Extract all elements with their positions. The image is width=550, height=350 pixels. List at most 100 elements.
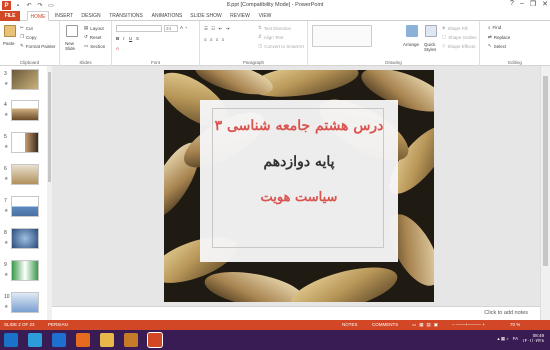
thumbnail-row[interactable]: 4 ★ [2, 100, 46, 126]
file-explorer-icon[interactable] [100, 333, 114, 347]
align-text-icon: ⇵ [258, 34, 262, 39]
help-button[interactable]: ? [510, 0, 514, 8]
underline-button[interactable]: U [129, 36, 132, 41]
tab-animations[interactable]: ANIMATIONS [149, 11, 185, 21]
slides-group: New Slide ▤ Layout ↺ Reset ▭ Section Slides [60, 21, 112, 66]
tab-file[interactable]: FILE [0, 11, 20, 21]
slide-title-line-3[interactable]: سیاست هویت [200, 190, 398, 205]
new-slide-icon[interactable] [66, 25, 78, 37]
firefox-icon[interactable] [76, 333, 90, 347]
paste-button[interactable]: Paste [3, 41, 15, 46]
comments-button[interactable]: COMMENTS [372, 322, 398, 327]
media-player-icon[interactable] [124, 333, 138, 347]
thumbnail-row[interactable]: 9 ★ [2, 260, 46, 286]
tab-review[interactable]: REVIEW [228, 11, 252, 21]
font-color-icon[interactable]: A [116, 46, 119, 51]
shape-outline-button[interactable]: ▢ Shape Outline [442, 34, 477, 40]
thumbnail-image[interactable] [11, 132, 39, 153]
select-button[interactable]: ↖ Select [488, 43, 506, 49]
reset-button[interactable]: ↺ Reset [84, 34, 102, 40]
paragraph-group: ☰ ☷ ⇤ ⇥ ≡ ≡ ≡ ≡ ⇅ Text Direction ⇵ Align T… [200, 21, 308, 66]
scissors-icon: ✂ [20, 25, 24, 30]
align-icons[interactable]: ≡ ≡ ≡ ≡ [204, 37, 225, 42]
font-name-box[interactable] [116, 25, 162, 32]
thumbnail-number: 3 [4, 71, 7, 77]
align-text-button[interactable]: ⇵ Align Text [258, 34, 283, 40]
slide-scrollbar[interactable] [540, 66, 550, 320]
scrollbar-thumb[interactable] [48, 72, 51, 182]
section-button[interactable]: ▭ Section [84, 43, 105, 49]
thumbnail-row[interactable]: 7 ★ [2, 196, 46, 222]
current-slide[interactable]: درس هشتم جامعه شناسی ۳ پایه دوازدهم سیاس… [164, 70, 434, 302]
smartart-button[interactable]: ◫ Convert to SmartArt [258, 43, 304, 49]
text-direction-button[interactable]: ⇅ Text Direction [258, 25, 291, 31]
shape-effects-button[interactable]: ◇ Shape Effects [442, 43, 475, 49]
powerpoint-taskbar-icon[interactable] [147, 332, 163, 348]
arrange-icon[interactable] [406, 25, 418, 37]
thumbnail-image[interactable] [11, 196, 39, 217]
thumbnail-row[interactable]: 3 ★ [2, 69, 46, 95]
thumbnail-image[interactable] [11, 100, 39, 121]
notes-pane[interactable]: Click to add notes [52, 306, 540, 320]
thumbnail-image[interactable] [11, 260, 39, 281]
slide-title-line-2[interactable]: پایه دوازدهم [200, 154, 398, 170]
font-size-box[interactable]: 24 [164, 25, 178, 32]
cut-button[interactable]: ✂ Cut [20, 25, 33, 31]
slides-label: Slides [79, 60, 92, 65]
format-painter-button[interactable]: ✎ Format Painter [20, 43, 56, 49]
replace-button[interactable]: ⇄ Replace [488, 34, 510, 40]
notes-placeholder[interactable]: Click to add notes [484, 310, 528, 316]
zoom-level[interactable]: 70 % [510, 322, 520, 327]
slide-title-line-1[interactable]: درس هشتم جامعه شناسی ۳ [200, 118, 398, 134]
thumbnail-image[interactable] [11, 228, 39, 249]
quick-styles-button[interactable]: Quick Styles [424, 42, 438, 52]
bold-button[interactable]: B [116, 36, 119, 41]
shapes-gallery[interactable] [312, 25, 372, 47]
tray-icons[interactable]: ▴ ▦ ♪ [497, 336, 508, 342]
thumbnail-image[interactable] [11, 69, 39, 90]
shape-fill-button[interactable]: ◈ Shape Fill [442, 25, 467, 31]
thumbnail-row[interactable]: 8 ★ [2, 228, 46, 254]
new-slide-button[interactable]: New Slide [65, 41, 79, 51]
start-icon[interactable] [4, 333, 18, 347]
status-bar: SLIDE 2 OF 23 PERSIAN NOTES COMMENTS ▭▦▤… [0, 320, 550, 330]
minimize-button[interactable]: – [520, 0, 524, 8]
layout-button[interactable]: ▤ Layout [84, 25, 104, 31]
view-buttons[interactable]: ▭▦▤▣ [412, 322, 441, 328]
tab-slide-show[interactable]: SLIDE SHOW [190, 11, 222, 21]
telegram-icon[interactable] [28, 333, 42, 347]
thumbnail-image[interactable] [11, 164, 39, 185]
system-tray: ▴ ▦ ♪ FA 08:49 ۱۴۰۱/۰۷/۲۸ [497, 333, 544, 344]
thumbnail-number: 9 [4, 262, 7, 268]
language-indicator[interactable]: PERSIAN [48, 322, 68, 327]
editing-label: Editing [508, 60, 522, 65]
thumbnail-row[interactable]: 5 ★ [2, 132, 46, 158]
clock-date[interactable]: ۱۴۰۱/۰۷/۲۸ [522, 338, 544, 344]
bullets-icon[interactable]: ☰ ☷ ⇤ ⇥ [204, 26, 230, 32]
tab-home[interactable]: HOME [27, 11, 49, 21]
tab-design[interactable]: DESIGN [80, 11, 102, 21]
scrollbar-thumb[interactable] [543, 76, 548, 266]
quick-styles-icon[interactable] [425, 25, 437, 37]
tab-insert[interactable]: INSERT [53, 11, 75, 21]
shadow-button[interactable]: S [136, 36, 139, 41]
grow-font-icon[interactable]: A + [180, 25, 187, 30]
zoom-slider[interactable]: − ——+——— + [452, 322, 485, 327]
close-button[interactable]: ✕ [542, 0, 548, 8]
internet-explorer-icon[interactable] [52, 333, 66, 347]
italic-button[interactable]: I [123, 36, 124, 41]
clipboard-label: Clipboard [19, 60, 40, 65]
maximize-button[interactable]: ❐ [530, 0, 536, 8]
copy-button[interactable]: ❐ Copy [20, 34, 37, 40]
input-language[interactable]: FA [513, 336, 519, 341]
notes-button[interactable]: NOTES [342, 322, 358, 327]
tab-view[interactable]: VIEW [256, 11, 274, 21]
star-icon: ★ [4, 176, 9, 182]
thumbnail-row[interactable]: 10 ★ [2, 292, 46, 318]
arrange-button[interactable]: Arrange [403, 42, 419, 47]
find-button[interactable]: ⌕ Find [488, 25, 501, 30]
tab-transitions[interactable]: TRANSITIONS [108, 11, 144, 21]
thumbnail-image[interactable] [11, 292, 39, 313]
paste-icon[interactable] [4, 25, 16, 37]
thumbnail-row[interactable]: 6 ★ [2, 164, 46, 190]
